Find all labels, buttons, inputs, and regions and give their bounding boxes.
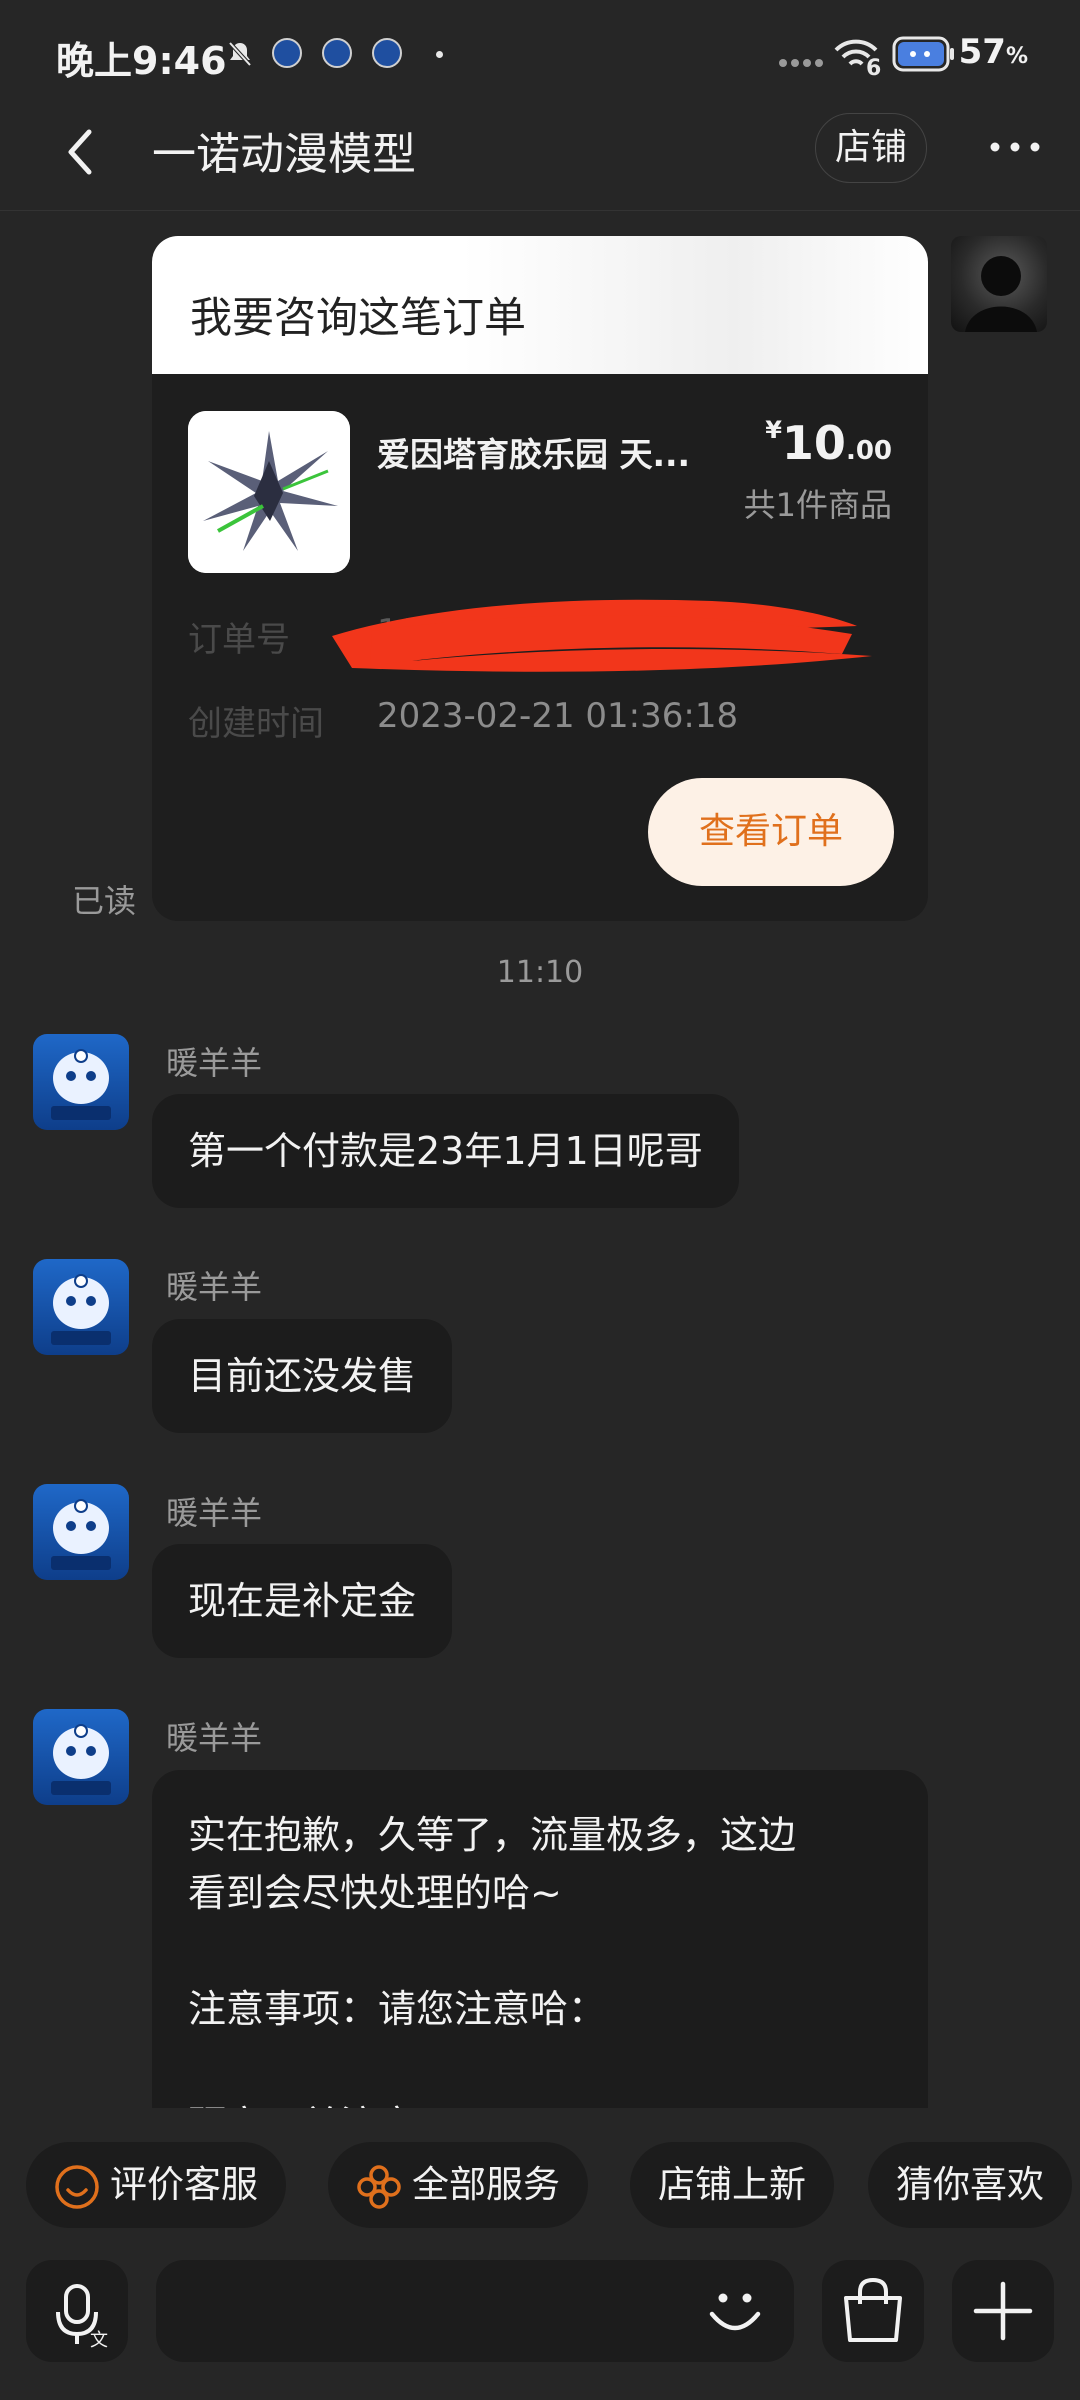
message-input[interactable] bbox=[156, 2260, 794, 2362]
microphone-icon: 文 bbox=[56, 2284, 108, 2351]
created-time-value: 2023-02-21 01:36:18 bbox=[377, 696, 739, 736]
new-arrivals-chip[interactable]: 店铺上新 bbox=[630, 2142, 834, 2228]
agent-avatar[interactable] bbox=[33, 1484, 129, 1580]
notification-app-icon bbox=[322, 38, 352, 68]
message-bubble[interactable]: 实在抱歉，久等了，流量极多，这边 看到会尽快处理的哈~ 注意事项：请您注意哈： … bbox=[152, 1770, 928, 2130]
sender-name: 暖羊羊 bbox=[166, 1268, 263, 1306]
item-count: 共1件商品 bbox=[743, 486, 892, 524]
product-thumbnail bbox=[188, 411, 350, 573]
add-button[interactable] bbox=[952, 2260, 1054, 2362]
product-price: ¥10.00 bbox=[765, 416, 892, 470]
battery-icon bbox=[892, 36, 954, 72]
services-grid-icon bbox=[357, 2164, 401, 2209]
message-line: 注意事项：请您注意哈： bbox=[188, 1987, 607, 2031]
agent-avatar[interactable] bbox=[33, 1034, 129, 1130]
guess-you-like-chip[interactable]: 猜你喜欢 bbox=[868, 2142, 1072, 2228]
message-bubble[interactable]: 目前还没发售 bbox=[152, 1319, 453, 1433]
svg-text:文: 文 bbox=[90, 2330, 108, 2351]
page-title: 一诺动漫模型 bbox=[152, 129, 416, 180]
time-separator: 11:10 bbox=[496, 955, 584, 990]
read-status: 已读 bbox=[72, 882, 137, 920]
message-bubble[interactable]: 现在是补定金 bbox=[152, 1544, 453, 1658]
robot-logo-icon bbox=[51, 1499, 111, 1570]
order-number-label: 订单号 bbox=[188, 620, 290, 660]
plus-icon bbox=[973, 2281, 1033, 2341]
rate-agent-chip[interactable]: 评价客服 bbox=[26, 2142, 286, 2228]
message-line: 实在抱歉，久等了，流量极多，这边 bbox=[188, 1813, 797, 1857]
notification-dot-icon bbox=[436, 51, 443, 58]
notification-app-icon bbox=[372, 38, 402, 68]
sender-name: 暖羊羊 bbox=[166, 1044, 263, 1082]
shopping-bag-button[interactable] bbox=[822, 2260, 924, 2362]
order-card-title: 我要咨询这笔订单 bbox=[190, 293, 527, 342]
product-name: 爱因塔育胶乐园 天... bbox=[377, 435, 691, 474]
voice-input-button[interactable]: 文 bbox=[26, 2260, 128, 2362]
wifi-badge: 6 bbox=[866, 56, 882, 81]
view-order-button[interactable]: 查看订单 bbox=[648, 778, 894, 886]
back-button[interactable] bbox=[55, 122, 115, 182]
robot-logo-icon bbox=[51, 1049, 111, 1120]
battery-percent: 57% bbox=[958, 32, 1028, 72]
agent-avatar[interactable] bbox=[33, 1259, 129, 1355]
message-bubble[interactable]: 第一个付款是23年1月1日呢哥 bbox=[152, 1094, 739, 1208]
robot-logo-icon bbox=[51, 1724, 111, 1795]
shop-button[interactable]: 店铺 bbox=[815, 113, 927, 183]
sender-name: 暖羊羊 bbox=[166, 1494, 263, 1532]
mecha-model-image bbox=[188, 411, 350, 573]
more-options-icon[interactable] bbox=[985, 132, 1045, 162]
sender-name: 暖羊羊 bbox=[166, 1719, 263, 1757]
agent-avatar[interactable] bbox=[33, 1709, 129, 1805]
created-time-label: 创建时间 bbox=[188, 704, 324, 744]
emoji-icon[interactable] bbox=[700, 2276, 770, 2346]
user-silhouette-icon bbox=[965, 256, 1037, 332]
shopping-bag-icon bbox=[844, 2277, 902, 2342]
status-time: 晚上9:46 bbox=[56, 39, 227, 83]
signal-dots-icon bbox=[779, 59, 823, 67]
order-card[interactable]: 我要咨询这笔订单 爱因塔育胶乐园 天... ¥10.00 共1件商品 订单号 1… bbox=[152, 236, 928, 921]
notification-app-icon bbox=[272, 38, 302, 68]
smile-icon bbox=[55, 2164, 99, 2209]
message-line: 看到会尽快处理的哈~ bbox=[188, 1871, 562, 1915]
mute-icon bbox=[228, 41, 252, 67]
robot-logo-icon bbox=[51, 1274, 111, 1345]
redaction-scribble bbox=[332, 599, 872, 672]
all-services-chip[interactable]: 全部服务 bbox=[328, 2142, 588, 2228]
my-avatar[interactable] bbox=[951, 236, 1047, 332]
